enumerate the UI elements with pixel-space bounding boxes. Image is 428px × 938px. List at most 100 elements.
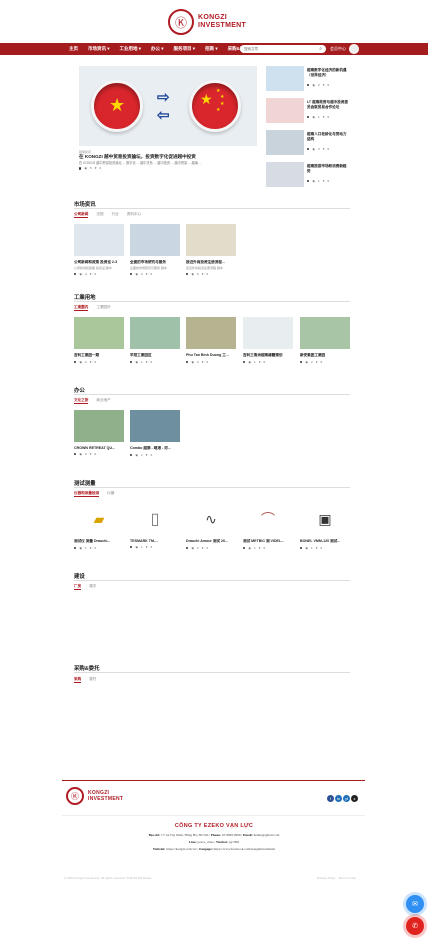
- nav-item-market[interactable]: 市场资讯 ▾: [88, 46, 110, 52]
- heart-icon[interactable]: ♥: [202, 360, 204, 364]
- tab-instruments[interactable]: 仪器: [107, 491, 114, 497]
- article-card[interactable]: 全面的市场研究与服务 全面的市场研究与服务 越中 ◉ 3 ♥ 0: [130, 224, 180, 276]
- fanpage-link[interactable]: https://www.facebook.com/kongziinvestmen…: [214, 847, 276, 851]
- heart-icon[interactable]: ♥: [316, 360, 318, 364]
- tab-resources[interactable]: 资料中心: [127, 212, 141, 218]
- product-card[interactable]: ▯ TESMARK TM-... ◉ 1 ♥ 0: [130, 503, 180, 549]
- section-title-office[interactable]: 办公: [74, 386, 85, 394]
- product-title[interactable]: TESMARK TM-...: [130, 539, 180, 543]
- listing-title[interactable]: Phu Tan Binh Duong 工...: [186, 353, 236, 358]
- article-thumbnail[interactable]: [130, 224, 180, 256]
- product-card[interactable]: ⌒ 测试 METBIC 测 VIDEL... ◉ 1 ♥ 0: [243, 503, 293, 550]
- heart-icon[interactable]: ♥: [259, 360, 261, 364]
- heart-icon[interactable]: ♥: [316, 546, 318, 550]
- heart-icon[interactable]: ♥: [90, 360, 92, 364]
- heart-icon[interactable]: ♥: [90, 546, 92, 550]
- section-title-land[interactable]: 工業用地: [74, 293, 96, 301]
- product-card[interactable]: ∿ Drauchi Amour 测试 20... ◉ 2 ♥ 0: [186, 503, 236, 550]
- footer-logo[interactable]: Ⓚ KONGZI INVESTMENT: [66, 787, 123, 805]
- listing-thumbnail[interactable]: [186, 317, 236, 349]
- linkedin-icon[interactable]: in: [335, 795, 342, 802]
- listing-title[interactable]: Combo 越南 - 岘港 - 河...: [130, 446, 180, 451]
- listing-thumbnail[interactable]: [130, 410, 180, 442]
- news-thumbnail[interactable]: [266, 162, 304, 187]
- heart-icon[interactable]: ♥: [323, 115, 325, 119]
- heart-icon[interactable]: ♥: [259, 546, 261, 550]
- news-thumbnail[interactable]: [266, 98, 304, 123]
- news-title[interactable]: 越南旅游市场和消费新趋势: [307, 164, 350, 173]
- tab-regulations[interactable]: 法规: [96, 212, 103, 218]
- heart-icon[interactable]: ♥: [323, 147, 325, 151]
- heart-icon[interactable]: ♥: [90, 452, 92, 456]
- tab-commercial[interactable]: 商业地产: [96, 398, 110, 404]
- listing-thumbnail[interactable]: [300, 317, 350, 349]
- tab-outside-park[interactable]: 工業园外: [96, 305, 110, 311]
- news-thumbnail[interactable]: [266, 66, 304, 91]
- nav-item-land[interactable]: 工业用地 ▾: [120, 46, 142, 52]
- article-title[interactable]: 全面的市场研究与服务: [130, 260, 180, 265]
- tab-procurement[interactable]: 采购: [74, 677, 82, 683]
- listing-title[interactable]: 平阳工業园区: [130, 353, 180, 358]
- phone-value[interactable]: 03 9999 9999: [222, 833, 241, 837]
- listing-title[interactable]: 新安集团工業园: [300, 353, 350, 358]
- email-value[interactable]: lienhe@gmail.com: [254, 833, 280, 837]
- listing-title[interactable]: 吉利三角洲越南總體规划: [243, 353, 293, 358]
- tab-industry[interactable]: 行业: [112, 212, 119, 218]
- listing-thumbnail[interactable]: [74, 410, 124, 442]
- member-link[interactable]: 会员中心: [330, 43, 359, 55]
- product-image[interactable]: ▰: [74, 503, 124, 535]
- hero-image[interactable]: ★ ⇨ ⇦ ★ ★ ★ ★ ★: [79, 66, 257, 146]
- heart-icon[interactable]: ♥: [323, 83, 325, 87]
- list-item[interactable]: 越南人口老龄化与劳动力结构 ◉ 3 ♥ 0: [266, 130, 350, 162]
- listing-card[interactable]: 吉利三角洲越南總體规划 ◉ 1 ♥ 0: [243, 317, 293, 364]
- listing-card[interactable]: CROWN RETREAT QU... ◉ 2 ♥ 0: [74, 410, 124, 456]
- tab-culture-trip[interactable]: 文化之旅: [74, 398, 89, 404]
- heart-icon[interactable]: ♥: [146, 360, 148, 364]
- site-logo[interactable]: Ⓚ KONGZI INVESTMENT: [168, 6, 263, 38]
- listing-thumbnail[interactable]: [243, 317, 293, 349]
- listing-title[interactable]: 吉利工業园一期: [74, 353, 124, 358]
- product-image[interactable]: ∿: [186, 503, 236, 535]
- nav-item-office[interactable]: 办公 ▾: [151, 46, 164, 52]
- listing-card[interactable]: Combo 越南 - 岘港 - 河... ◉ 1 ♥ 0: [130, 410, 180, 457]
- heart-icon[interactable]: ♥: [90, 272, 92, 276]
- search-input[interactable]: [244, 47, 304, 51]
- news-thumbnail[interactable]: [266, 130, 304, 155]
- listing-thumbnail[interactable]: [130, 317, 180, 349]
- facebook-icon[interactable]: f: [327, 795, 334, 802]
- product-card[interactable]: ▰ 测试仪 测量 Drauchi... ◉ 1 ♥ 0: [74, 503, 124, 550]
- heart-icon[interactable]: ♥: [146, 453, 148, 457]
- listing-title[interactable]: CROWN RETREAT QU...: [74, 446, 124, 450]
- listing-card[interactable]: 平阳工業园区 ◉ 1 ♥ 0: [130, 317, 180, 364]
- nav-item-services[interactable]: 服务项目 ▾: [174, 46, 196, 52]
- news-title[interactable]: LT 越南政府与越中投资委员会就贸易合作论坛: [307, 100, 350, 109]
- list-item[interactable]: LT 越南政府与越中投资委员会就贸易合作论坛 ◉ 1 ♥ 0: [266, 98, 350, 130]
- list-item[interactable]: 越南旅游市场和消费新趋势 ◉ 1 ♥ 0: [266, 162, 350, 194]
- product-image[interactable]: ▣: [300, 503, 350, 535]
- article-card[interactable]: 公司新闻和政策 投资设 2-3 公司新闻和政策 投资设 越中 ◉ 4 ♥ 0: [74, 224, 124, 276]
- tab-inside-park[interactable]: 工業園内: [74, 305, 89, 311]
- article-thumbnail[interactable]: [186, 224, 236, 256]
- section-title-procure[interactable]: 采购&委托: [74, 664, 99, 672]
- heart-icon[interactable]: ♥: [146, 272, 148, 276]
- website-link[interactable]: https://kongzi.com.vn/: [166, 847, 197, 851]
- product-image[interactable]: ⌒: [243, 503, 293, 535]
- heart-icon[interactable]: ♥: [202, 546, 204, 550]
- article-card[interactable]: 接近外商投资注册流程... 接近外商投资注册流程 越中 ◉ 6 ♥ 0: [186, 224, 236, 276]
- heart-icon[interactable]: ♥: [323, 179, 325, 183]
- tab-building[interactable]: 楼宇: [89, 584, 96, 590]
- article-title[interactable]: 公司新闻和政策 投资设 2-3: [74, 260, 124, 265]
- product-title[interactable]: BONEL VMM-120 测试...: [300, 539, 350, 544]
- section-title-build[interactable]: 建设: [74, 572, 85, 580]
- heart-icon[interactable]: ♥: [202, 272, 204, 276]
- product-image[interactable]: ▯: [130, 503, 180, 535]
- messenger-chat-button[interactable]: ✉: [406, 895, 424, 913]
- tab-consignment[interactable]: 委托: [89, 677, 96, 683]
- listing-card[interactable]: Phu Tan Binh Duong 工... ◉ 3 ♥ 0: [186, 317, 236, 364]
- youtube-icon[interactable]: yt: [343, 795, 350, 802]
- list-item[interactable]: 越南数字化经济的新机遇（世界经济） ◉ 2 ♥ 0: [266, 66, 350, 98]
- product-title[interactable]: 测试仪 测量 Drauchi...: [74, 539, 124, 544]
- zalo-icon[interactable]: z: [351, 795, 358, 802]
- listing-card[interactable]: 新安集团工業园 ◉ 2 ♥ 0: [300, 317, 350, 364]
- hero-title[interactable]: 在 KONGZI 越中贸易投资論坛，投资数字化促进越中投资: [79, 154, 257, 160]
